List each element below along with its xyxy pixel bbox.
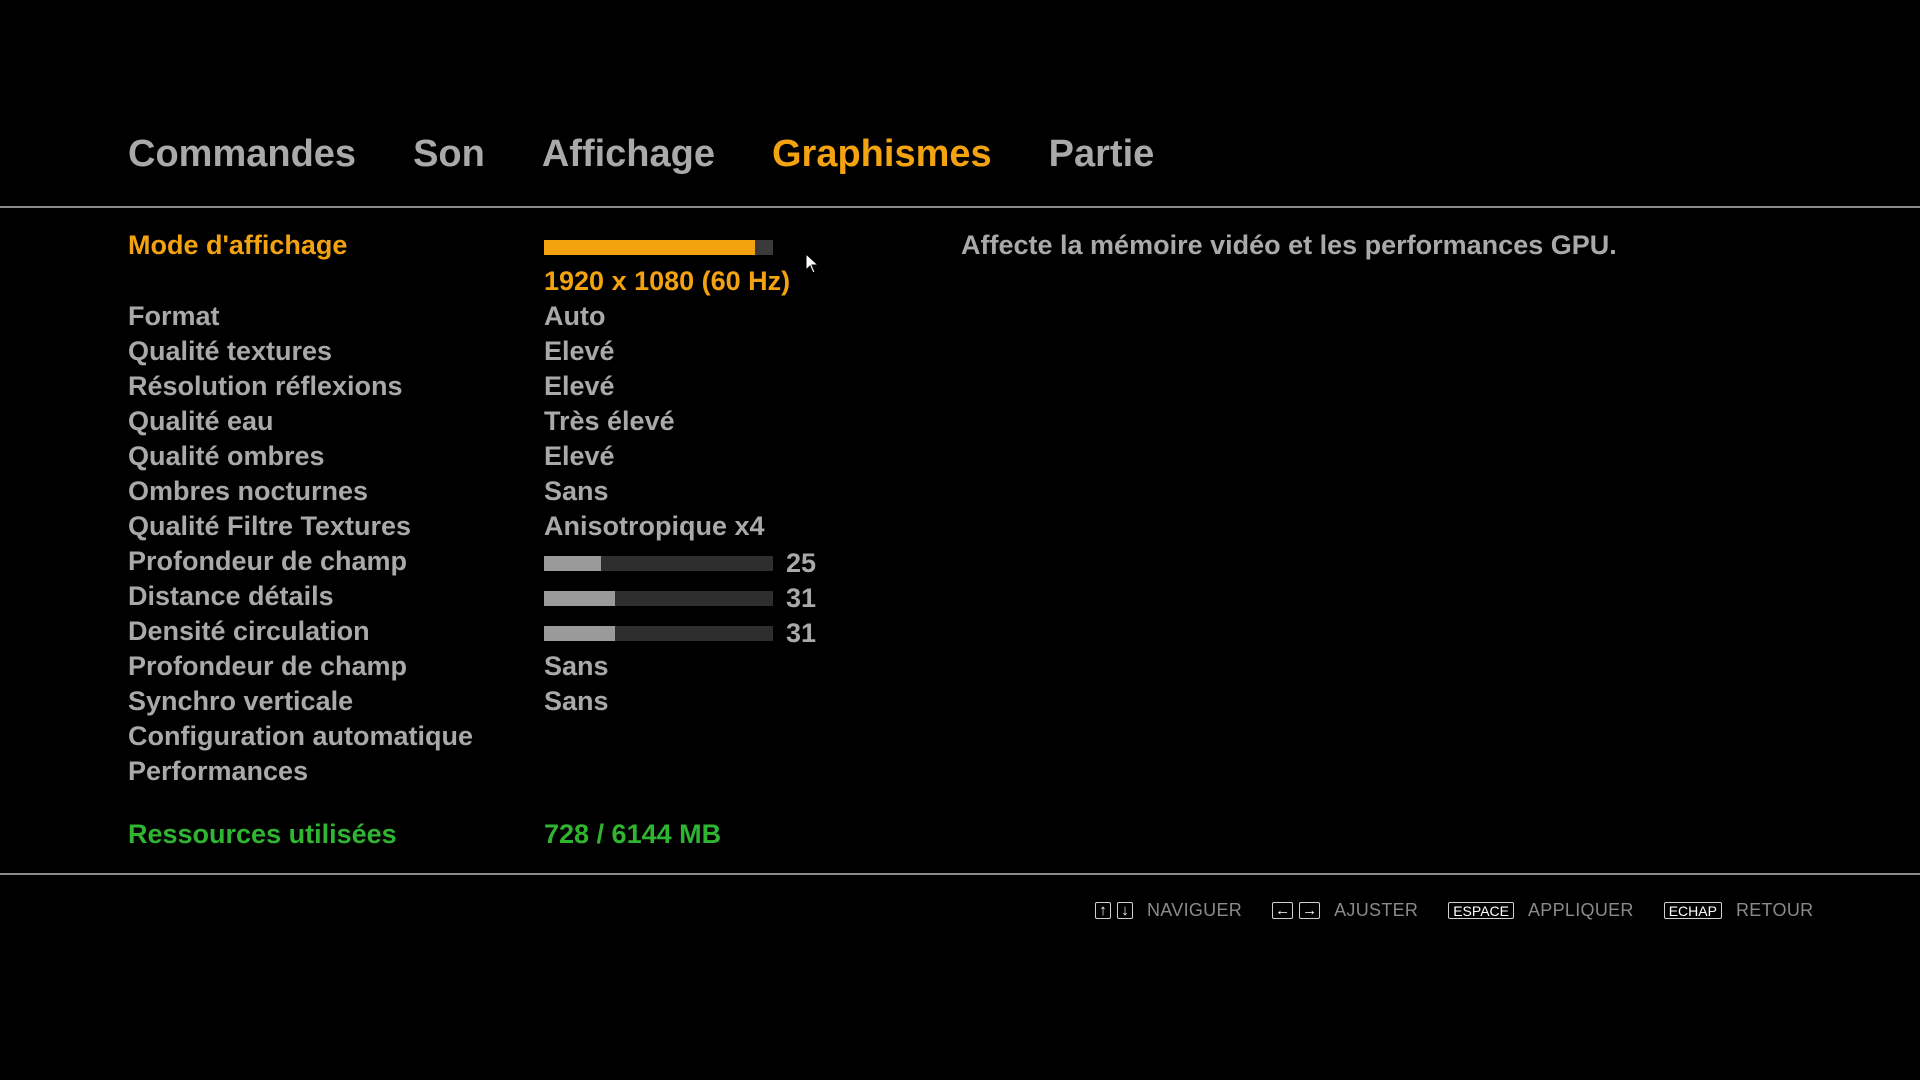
setting-display-mode[interactable]: Mode d'affichage 1920 x 1080 (60 Hz) bbox=[128, 228, 888, 299]
tab-partie[interactable]: Partie bbox=[1049, 133, 1155, 176]
setting-value: Sans bbox=[544, 651, 609, 681]
setting-texture-filter[interactable]: Qualité Filtre Textures Anisotropique x4 bbox=[128, 509, 888, 544]
tab-bar: Commandes Son Affichage Graphismes Parti… bbox=[128, 133, 1211, 176]
slider-fill bbox=[544, 556, 602, 571]
setting-label: Profondeur de champ bbox=[128, 546, 408, 576]
arrow-left-key-icon: ← bbox=[1272, 902, 1294, 919]
top-divider bbox=[0, 206, 1920, 208]
arrow-down-key-icon: ↓ bbox=[1117, 902, 1133, 919]
traffic-density-slider[interactable] bbox=[544, 626, 773, 641]
setting-label: Profondeur de champ bbox=[128, 651, 408, 681]
setting-label: Distance détails bbox=[128, 581, 334, 611]
hint-navigate: ↑ ↓ NAVIGUER bbox=[1095, 900, 1242, 921]
setting-shadow-quality[interactable]: Qualité ombres Elevé bbox=[128, 439, 888, 474]
depth-of-field-slider[interactable] bbox=[544, 556, 773, 571]
setting-value: Sans bbox=[544, 476, 609, 506]
controls-hint-bar: ↑ ↓ NAVIGUER ← → AJUSTER ESPACE APPLIQUE… bbox=[1095, 900, 1843, 921]
tab-graphismes[interactable]: Graphismes bbox=[772, 133, 992, 176]
setting-label: Configuration automatique bbox=[128, 721, 473, 751]
setting-label: Mode d'affichage bbox=[128, 230, 348, 260]
hint-apply[interactable]: ESPACE APPLIQUER bbox=[1448, 900, 1634, 921]
setting-depth-of-field-slider[interactable]: Profondeur de champ 25 bbox=[128, 544, 888, 579]
setting-value: Elevé bbox=[544, 441, 615, 471]
hint-adjust: ← → AJUSTER bbox=[1272, 900, 1418, 921]
setting-vsync[interactable]: Synchro verticale Sans bbox=[128, 684, 888, 719]
hint-label: APPLIQUER bbox=[1527, 900, 1634, 920]
detail-distance-slider[interactable] bbox=[544, 591, 773, 606]
setting-value: Auto bbox=[544, 301, 606, 331]
setting-label: Format bbox=[128, 301, 220, 331]
bottom-divider bbox=[0, 873, 1920, 875]
setting-value: Elevé bbox=[544, 336, 615, 366]
setting-label: Résolution réflexions bbox=[128, 371, 403, 401]
setting-label: Qualité textures bbox=[128, 336, 333, 366]
setting-reflection-resolution[interactable]: Résolution réflexions Elevé bbox=[128, 369, 888, 404]
hint-label: AJUSTER bbox=[1334, 900, 1419, 920]
hint-label: RETOUR bbox=[1735, 900, 1814, 920]
setting-performance[interactable]: Performances bbox=[128, 754, 888, 789]
escape-key-icon: ECHAP bbox=[1663, 902, 1722, 919]
setting-value: Anisotropique x4 bbox=[544, 511, 765, 541]
setting-detail-distance[interactable]: Distance détails 31 bbox=[128, 579, 888, 614]
setting-value: Très élevé bbox=[544, 406, 675, 436]
arrow-up-key-icon: ↑ bbox=[1095, 902, 1111, 919]
resources-label: Ressources utilisées bbox=[128, 819, 397, 849]
hint-back[interactable]: ECHAP RETOUR bbox=[1663, 900, 1814, 921]
setting-label: Qualité eau bbox=[128, 406, 274, 436]
hint-label: NAVIGUER bbox=[1147, 900, 1243, 920]
tab-commandes[interactable]: Commandes bbox=[128, 133, 356, 176]
tab-affichage[interactable]: Affichage bbox=[542, 133, 715, 176]
setting-night-shadows[interactable]: Ombres nocturnes Sans bbox=[128, 474, 888, 509]
setting-label: Ombres nocturnes bbox=[128, 476, 369, 506]
setting-auto-config[interactable]: Configuration automatique bbox=[128, 719, 888, 754]
setting-number: 31 bbox=[786, 618, 817, 648]
tab-son[interactable]: Son bbox=[413, 133, 485, 176]
settings-list: Mode d'affichage 1920 x 1080 (60 Hz) For… bbox=[128, 228, 888, 789]
setting-number: 25 bbox=[786, 548, 817, 578]
setting-value: Sans bbox=[544, 686, 609, 716]
setting-label: Synchro verticale bbox=[128, 686, 354, 716]
slider-fill bbox=[544, 240, 755, 255]
setting-format[interactable]: Format Auto bbox=[128, 299, 888, 334]
display-mode-slider[interactable] bbox=[544, 240, 773, 255]
setting-water-quality[interactable]: Qualité eau Très élevé bbox=[128, 404, 888, 439]
setting-number: 31 bbox=[786, 583, 817, 613]
setting-label: Qualité Filtre Textures bbox=[128, 511, 412, 541]
arrow-right-key-icon: → bbox=[1299, 902, 1321, 919]
setting-label: Densité circulation bbox=[128, 616, 370, 646]
setting-value: 1920 x 1080 (60 Hz) bbox=[544, 266, 791, 296]
setting-label: Performances bbox=[128, 756, 309, 786]
space-key-icon: ESPACE bbox=[1448, 902, 1514, 919]
setting-description: Affecte la mémoire vidéo et les performa… bbox=[961, 230, 1617, 260]
slider-fill bbox=[544, 626, 615, 641]
setting-value: Elevé bbox=[544, 371, 615, 401]
setting-traffic-density[interactable]: Densité circulation 31 bbox=[128, 614, 888, 649]
slider-fill bbox=[544, 591, 615, 606]
setting-label: Qualité ombres bbox=[128, 441, 325, 471]
mouse-cursor-icon bbox=[805, 253, 820, 274]
setting-texture-quality[interactable]: Qualité textures Elevé bbox=[128, 334, 888, 369]
setting-depth-of-field[interactable]: Profondeur de champ Sans bbox=[128, 649, 888, 684]
resources-value: 728 / 6144 MB bbox=[544, 819, 722, 849]
